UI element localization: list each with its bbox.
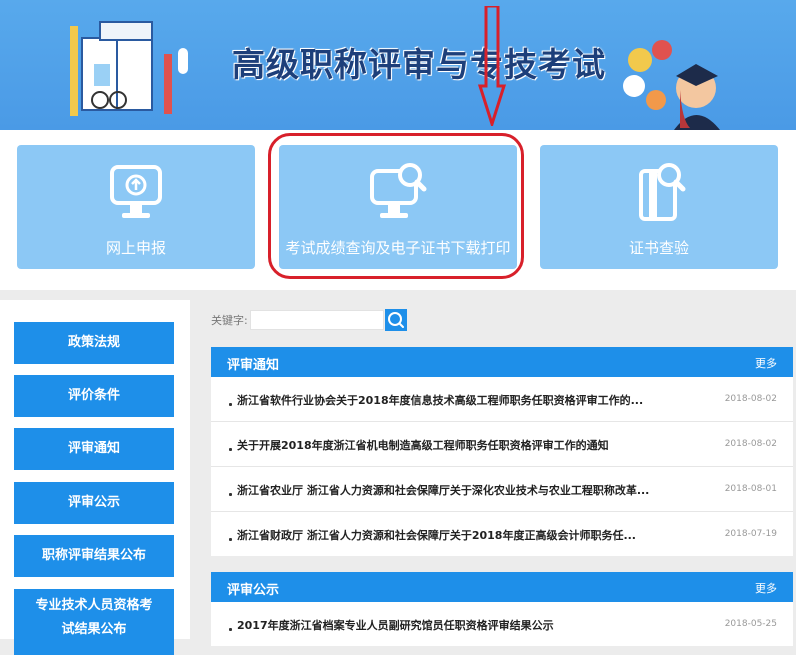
tile-label: 网上申报 (105, 239, 166, 257)
list-item[interactable]: 浙江省财政厅 浙江省人力资源和社会保障厅关于2018年度正高级会计师职务任...… (211, 512, 793, 556)
bullet-icon (229, 403, 232, 406)
list-item-title[interactable]: 关于开展2018年度浙江省机电制造高级工程师职务任职资格评审工作的通知 (237, 437, 609, 453)
header-banner: 高级职称评审与专技考试 (0, 0, 796, 130)
tile-score-query-certificate[interactable]: 考试成绩查询及电子证书下载打印 (279, 145, 517, 269)
tile-label: 证书查验 (628, 239, 689, 257)
certificate-search-icon (639, 163, 686, 221)
list-item-date: 2018-08-02 (724, 439, 777, 449)
monitor-search-icon (370, 163, 427, 218)
keyword-search-input[interactable] (250, 310, 384, 330)
graduate-illustration (623, 40, 720, 130)
monitor-upload-icon (110, 165, 162, 218)
list-item[interactable]: 关于开展2018年度浙江省机电制造高级工程师职务任职资格评审工作的通知 2018… (211, 422, 793, 467)
sidebar-item-label-line2: 试结果公布 (61, 622, 127, 637)
review-publicity-panel: 评审公示 更多 2017年度浙江省档案专业人员副研究馆员任职资格评审结果公示 2… (211, 572, 793, 646)
panel-header: 评审公示 更多 (211, 572, 793, 602)
list-item-title[interactable]: 浙江省农业厅 浙江省人力资源和社会保障厅关于深化农业技术与农业工程职称改革... (237, 482, 649, 498)
search-label: 关键字: (211, 314, 248, 327)
more-link[interactable]: 更多 (755, 355, 777, 371)
sidebar-item-label-line1: 专业技术人员资格考 (35, 598, 153, 613)
search-icon (388, 312, 404, 328)
list-item-date: 2018-07-19 (724, 529, 777, 539)
list-item-title[interactable]: 浙江省财政厅 浙江省人力资源和社会保障厅关于2018年度正高级会计师职务任... (237, 527, 636, 543)
panel-header: 评审通知 更多 (211, 347, 793, 377)
sidebar-item-title-results[interactable]: 职称评审结果公布 (14, 535, 174, 577)
bullet-icon (229, 493, 232, 496)
list-item[interactable]: 浙江省农业厅 浙江省人力资源和社会保障厅关于深化农业技术与农业工程职称改革...… (211, 467, 793, 512)
list-item[interactable]: 浙江省软件行业协会关于2018年度信息技术高级工程师职务任职资格评审工作的...… (211, 377, 793, 422)
more-link[interactable]: 更多 (755, 580, 777, 596)
list-item-date: 2018-08-01 (724, 484, 777, 494)
list-item[interactable]: 2017年度浙江省档案专业人员副研究馆员任职资格评审结果公示 2018-05-2… (211, 602, 793, 646)
books-stationery-illustration (70, 21, 188, 116)
bullet-icon (229, 628, 232, 631)
panel-title: 评审通知 (227, 358, 280, 373)
sidebar-item-review-publicity[interactable]: 评审公示 (14, 482, 174, 524)
tile-online-application[interactable]: 网上申报 (17, 145, 255, 269)
sidebar-item-evaluation-criteria[interactable]: 评价条件 (14, 375, 174, 417)
tile-certificate-verification[interactable]: 证书查验 (540, 145, 778, 269)
tile-label: 考试成绩查询及电子证书下载打印 (285, 239, 511, 257)
search-button[interactable] (385, 309, 407, 331)
sidebar-item-review-notices[interactable]: 评审通知 (14, 428, 174, 470)
list-item-title[interactable]: 浙江省软件行业协会关于2018年度信息技术高级工程师职务任职资格评审工作的... (237, 392, 643, 408)
list-item-title[interactable]: 2017年度浙江省档案专业人员副研究馆员任职资格评审结果公示 (237, 617, 554, 633)
panel-title: 评审公示 (227, 583, 280, 598)
bullet-icon (229, 538, 232, 541)
bullet-icon (229, 448, 232, 451)
banner-title: 高级职称评审与专技考试 (232, 45, 606, 84)
list-item-date: 2018-05-25 (724, 619, 777, 629)
sidebar-item-exam-results[interactable]: 专业技术人员资格考 试结果公布 (14, 589, 174, 655)
sidebar: 政策法规 评价条件 评审通知 评审公示 职称评审结果公布 专业技术人员资格考 试… (0, 300, 190, 655)
sidebar-item-policies[interactable]: 政策法规 (14, 322, 174, 364)
review-notices-panel: 评审通知 更多 浙江省软件行业协会关于2018年度信息技术高级工程师职务任职资格… (211, 347, 793, 556)
list-item-date: 2018-08-02 (724, 394, 777, 404)
